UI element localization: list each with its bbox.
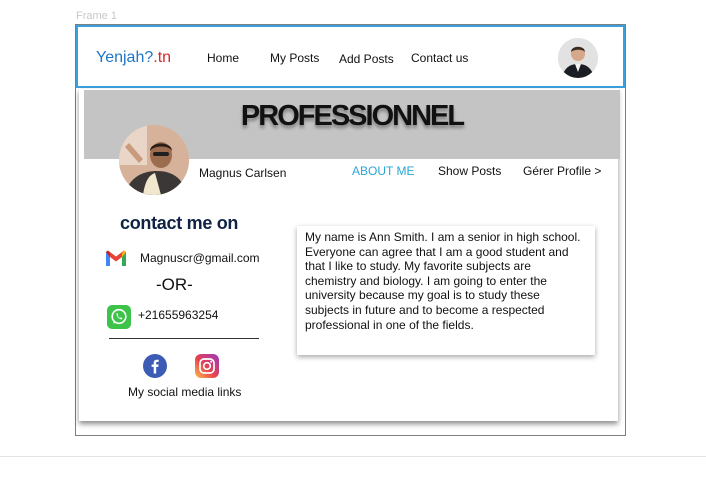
nav-add-posts[interactable]: Add Posts (339, 52, 394, 66)
logo-suffix: .tn (153, 49, 172, 66)
nav-contact-us[interactable]: Contact us (411, 51, 468, 65)
nav-home[interactable]: Home (207, 51, 239, 65)
user-avatar-image (558, 38, 598, 78)
profile-photo (119, 125, 189, 195)
bio-line: subjects in future and to become a respe… (305, 302, 545, 317)
contact-email[interactable]: Magnuscr@gmail.com (140, 251, 260, 265)
site-logo[interactable]: Yenjah?.tn (96, 49, 171, 67)
profile-avatar (119, 125, 189, 195)
nav-my-posts[interactable]: My Posts (270, 51, 319, 65)
instagram-icon[interactable] (195, 354, 219, 378)
tab-about-me[interactable]: ABOUT ME (352, 164, 414, 178)
whatsapp-icon (107, 305, 131, 329)
about-me-text: My name is Ann Smith. I am a senior in h… (305, 230, 595, 332)
tab-manage-profile[interactable]: Gérer Profile > (523, 164, 601, 178)
logo-main: Yenjah? (96, 49, 154, 66)
bio-line: My name is Ann Smith. I am a senior in h… (305, 230, 581, 244)
bio-line: chemistry and biology. I am going to ent… (305, 273, 547, 288)
or-separator: -OR- (156, 275, 193, 294)
tab-show-posts[interactable]: Show Posts (438, 164, 501, 178)
bio-line: Everyone can agree that I am a good stud… (305, 244, 569, 259)
social-links-label: My social media links (128, 385, 242, 399)
contact-title: contact me on (120, 213, 239, 233)
contact-phone[interactable]: +21655963254 (138, 308, 218, 322)
contact-divider (109, 338, 259, 339)
facebook-icon[interactable] (143, 354, 167, 378)
profile-name: Magnus Carlsen (199, 166, 287, 180)
gmail-icon (106, 250, 126, 266)
bottom-divider (0, 456, 706, 457)
bio-line: university because my goal is to study t… (305, 288, 540, 303)
user-avatar[interactable] (558, 38, 598, 78)
bio-line: that I like to study. My favorite subjec… (305, 259, 531, 274)
frame-label: Frame 1 (76, 10, 117, 22)
bio-line: professional in one of the fields. (305, 317, 474, 332)
about-me-box: My name is Ann Smith. I am a senior in h… (297, 226, 595, 355)
top-navbar: Yenjah?.tn Home My Posts Add Posts Conta… (76, 25, 625, 88)
